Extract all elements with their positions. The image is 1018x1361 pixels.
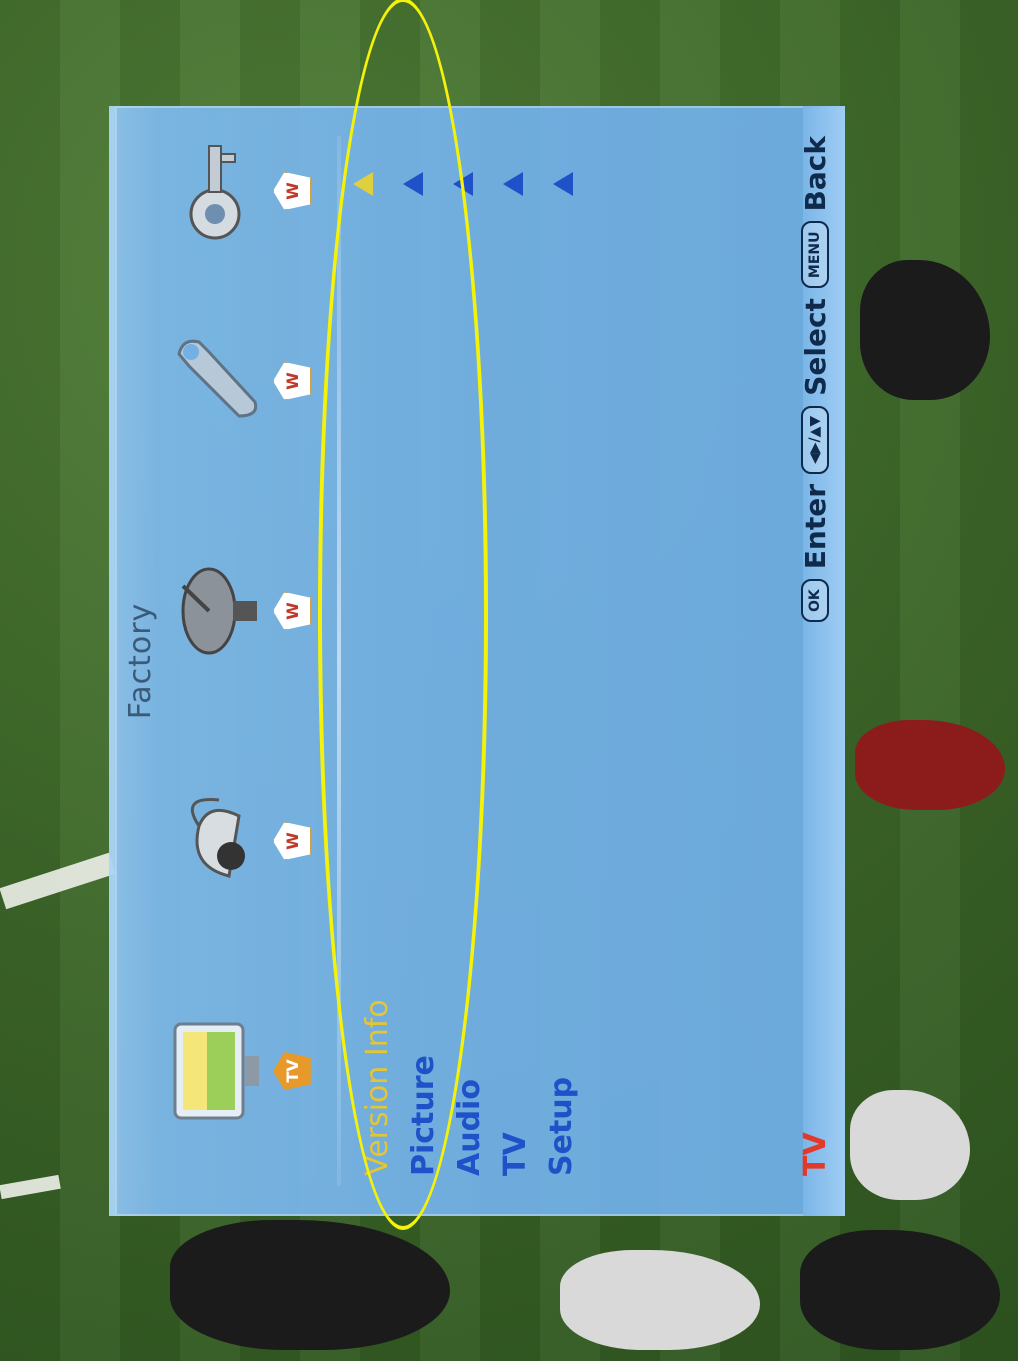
source-label: TV bbox=[797, 1132, 833, 1176]
lock-badge: W bbox=[273, 171, 309, 211]
select-hint: Select bbox=[798, 298, 832, 396]
menu-key-icon: MENU bbox=[801, 221, 829, 289]
key-hints: OK Enter ◀▶/▲▼ Select MENU Back bbox=[799, 136, 832, 622]
enter-hint: Enter bbox=[798, 483, 832, 570]
category-icon-row: TV W W W W bbox=[169, 145, 329, 1146]
menu-list: Version Info Picture Audio TV Setup bbox=[355, 916, 585, 1176]
menu-item-setup[interactable]: Setup bbox=[539, 916, 585, 1176]
arrow-right-icon bbox=[453, 172, 473, 196]
tv-osd-menu: Factory TV W W W W Version Info Picture … bbox=[109, 106, 845, 1216]
key-icon bbox=[169, 136, 265, 246]
audio-speaker-icon bbox=[169, 786, 265, 896]
menu-item-picture[interactable]: Picture bbox=[401, 916, 447, 1176]
satellite-dish-icon bbox=[169, 556, 265, 666]
category-audio[interactable]: W bbox=[169, 766, 329, 916]
category-setup[interactable]: W bbox=[169, 306, 329, 456]
header-divider bbox=[337, 136, 341, 1186]
setup-badge: W bbox=[273, 361, 309, 401]
menu-item-audio[interactable]: Audio bbox=[447, 916, 493, 1176]
nav-key-icon: ◀▶/▲▼ bbox=[801, 405, 829, 474]
audio-badge: W bbox=[273, 821, 309, 861]
menu-item-version-info[interactable]: Version Info bbox=[355, 916, 401, 1176]
tv-picture-icon bbox=[169, 1016, 265, 1126]
back-hint: Back bbox=[798, 136, 832, 212]
arrow-right-icon bbox=[403, 172, 423, 196]
arrow-right-icon bbox=[553, 172, 573, 196]
category-satellite[interactable]: W bbox=[169, 536, 329, 686]
wrench-icon bbox=[169, 326, 265, 436]
osd-footer: TV OK Enter ◀▶/▲▼ Select MENU Back bbox=[795, 136, 835, 1176]
submenu-arrows bbox=[353, 164, 603, 204]
arrow-right-icon bbox=[503, 172, 523, 196]
menu-title: Factory bbox=[123, 602, 158, 720]
tv-badge: TV bbox=[273, 1051, 309, 1091]
category-tv[interactable]: TV bbox=[169, 996, 329, 1146]
category-lock[interactable]: W bbox=[169, 116, 329, 266]
menu-item-tv[interactable]: TV bbox=[493, 916, 539, 1176]
satellite-badge: W bbox=[273, 591, 309, 631]
ok-key-icon: OK bbox=[801, 579, 829, 622]
arrow-right-icon bbox=[353, 172, 373, 196]
